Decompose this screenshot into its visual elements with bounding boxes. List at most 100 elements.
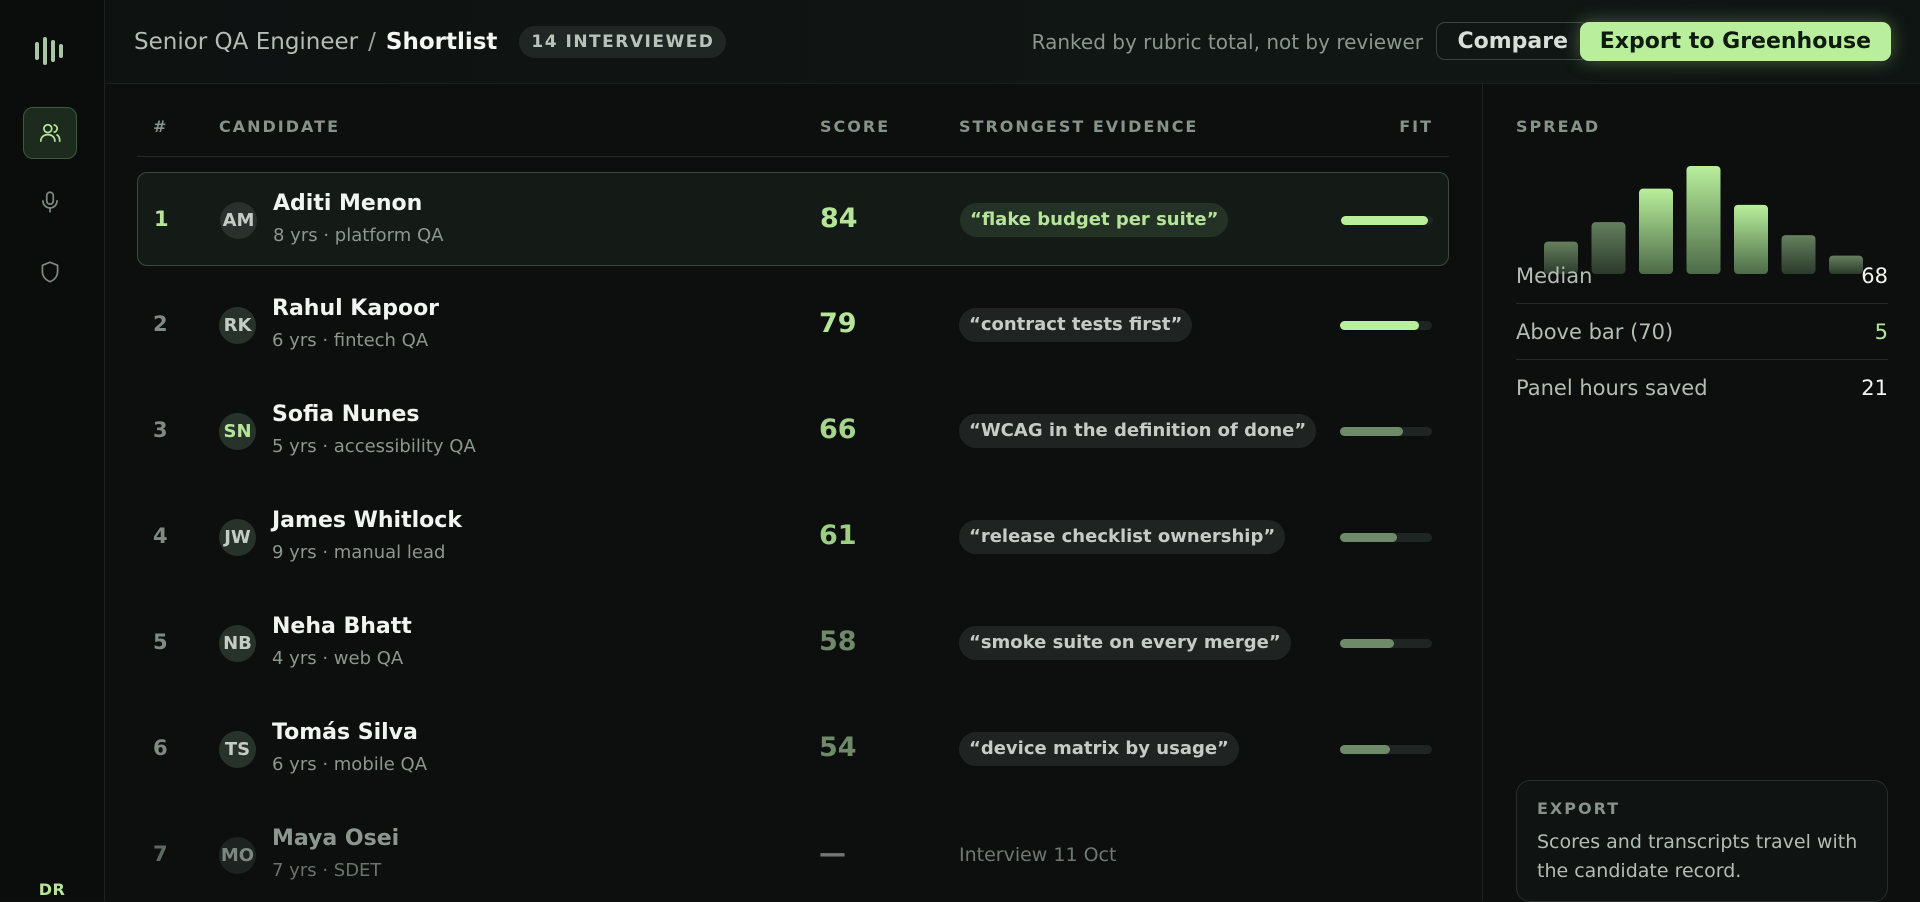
page-title: Shortlist bbox=[385, 29, 498, 55]
fit-bar-fill bbox=[1340, 533, 1398, 542]
candidate-meta: 8 yrs · platform QA bbox=[273, 225, 444, 246]
fit-bar-fill bbox=[1340, 745, 1390, 754]
row-rank: 6 bbox=[153, 736, 168, 760]
row-rank: 2 bbox=[153, 312, 168, 336]
top-header: Senior QA Engineer / Shortlist 14 INTERV… bbox=[105, 0, 1920, 84]
shield-icon bbox=[41, 261, 59, 283]
stat-value: 68 bbox=[1861, 264, 1888, 288]
breadcrumb: Senior QA Engineer / Shortlist 14 INTERV… bbox=[134, 26, 727, 58]
table-row[interactable]: 5 NB Neha Bhatt 4 yrs · web QA 58 “smoke suit… bbox=[137, 596, 1449, 690]
stat-label: Above bar (70) bbox=[1516, 320, 1674, 344]
fit-bar-fill bbox=[1341, 216, 1429, 225]
export-card-description: Scores and transcripts travel with the c… bbox=[1537, 831, 1858, 882]
stat-panel-hours: Panel hours saved 21 bbox=[1516, 360, 1888, 416]
candidate-avatar: JW bbox=[219, 519, 256, 556]
candidate-meta: 9 yrs · manual lead bbox=[272, 542, 446, 563]
shortlist-table: # CANDIDATE SCORE STRONGEST EVIDENCE FIT… bbox=[105, 84, 1482, 901]
export-info-card: EXPORT Scores and transcripts travel wit… bbox=[1516, 780, 1888, 902]
table-row[interactable]: 4 JW James Whitlock 9 yrs · manual lead 61 “r… bbox=[137, 490, 1449, 584]
candidate-name[interactable]: Rahul Kapoor bbox=[272, 296, 439, 321]
stat-label: Median bbox=[1516, 264, 1593, 288]
column-candidate[interactable]: CANDIDATE bbox=[219, 117, 340, 136]
ranking-note: Ranked by rubric total, not by reviewer bbox=[1031, 30, 1423, 54]
fit-bar-fill bbox=[1340, 321, 1420, 330]
candidate-score: 66 bbox=[819, 414, 857, 445]
fit-bar bbox=[1341, 216, 1433, 225]
evidence-pill[interactable]: “release checklist ownership” bbox=[959, 520, 1286, 554]
candidate-meta: 4 yrs · web QA bbox=[272, 648, 404, 669]
fit-bar bbox=[1340, 427, 1432, 436]
table-header: # CANDIDATE SCORE STRONGEST EVIDENCE FIT bbox=[137, 84, 1449, 157]
candidate-name[interactable]: Maya Osei bbox=[272, 826, 399, 851]
fit-bar-fill bbox=[1340, 639, 1395, 648]
table-row[interactable]: 3 SN Sofia Nunes 5 yrs · accessibility QA 66… bbox=[137, 384, 1449, 478]
candidate-meta: 5 yrs · accessibility QA bbox=[272, 436, 476, 457]
compare-button[interactable]: Compare bbox=[1436, 22, 1589, 60]
candidate-score: 54 bbox=[819, 732, 857, 763]
candidates-icon bbox=[39, 123, 61, 142]
stat-value: 5 bbox=[1874, 320, 1888, 344]
column-score[interactable]: SCORE bbox=[820, 117, 890, 136]
user-avatar[interactable]: DR bbox=[0, 880, 104, 899]
interview-scheduled-note: Interview 11 Oct bbox=[959, 844, 1117, 866]
candidate-avatar: NB bbox=[219, 625, 256, 662]
spread-label: SPREAD bbox=[1516, 117, 1601, 136]
table-row[interactable]: 7 MO Maya Osei 7 yrs · SDET — Interview 11 Oc… bbox=[137, 808, 1449, 901]
stat-above-bar: Above bar (70) 5 bbox=[1516, 304, 1888, 360]
table-row[interactable]: 2 RK Rahul Kapoor 6 yrs · fintech QA 79 “cont… bbox=[137, 278, 1449, 372]
candidate-avatar: SN bbox=[219, 413, 256, 450]
candidate-score: 84 bbox=[820, 203, 858, 234]
row-rank: 4 bbox=[153, 524, 168, 548]
candidate-meta: 6 yrs · mobile QA bbox=[272, 754, 428, 775]
evidence-pill[interactable]: “flake budget per suite” bbox=[960, 203, 1229, 237]
candidate-name[interactable]: Aditi Menon bbox=[273, 191, 422, 216]
column-fit[interactable]: FIT bbox=[1399, 117, 1433, 136]
stat-value: 21 bbox=[1861, 376, 1888, 400]
candidate-meta: 6 yrs · fintech QA bbox=[272, 330, 429, 351]
stat-median: Median 68 bbox=[1516, 248, 1888, 304]
export-card-title: EXPORT bbox=[1537, 799, 1621, 818]
summary-panel: SPREAD Median 68 Above bar (70) 5 Panel … bbox=[1483, 84, 1920, 902]
interviewed-count-badge: 14 INTERVIEWED bbox=[519, 26, 727, 58]
microphone-icon bbox=[42, 191, 58, 213]
breadcrumb-role[interactable]: Senior QA Engineer bbox=[134, 29, 358, 55]
candidate-score: 79 bbox=[819, 308, 857, 339]
breadcrumb-separator: / bbox=[368, 29, 376, 55]
candidate-score: 61 bbox=[819, 520, 857, 551]
candidate-avatar: RK bbox=[219, 307, 256, 344]
row-rank: 5 bbox=[153, 630, 168, 654]
column-rank: # bbox=[153, 117, 169, 136]
row-rank: 1 bbox=[154, 207, 169, 231]
fit-bar bbox=[1340, 321, 1432, 330]
stat-label: Panel hours saved bbox=[1516, 376, 1708, 400]
nav-interviews-button[interactable] bbox=[23, 176, 77, 228]
candidate-score: — bbox=[819, 838, 846, 869]
fit-bar bbox=[1340, 639, 1432, 648]
evidence-pill[interactable]: “device matrix by usage” bbox=[959, 732, 1239, 766]
row-rank: 3 bbox=[153, 418, 168, 442]
table-row[interactable]: 1 AM Aditi Menon 8 yrs · platform QA 84 “flak… bbox=[137, 172, 1449, 266]
app-logo-icon[interactable] bbox=[35, 37, 63, 65]
candidate-meta: 7 yrs · SDET bbox=[272, 860, 382, 881]
candidate-name[interactable]: James Whitlock bbox=[272, 508, 462, 533]
nav-security-button[interactable] bbox=[23, 246, 77, 298]
left-rail: DR bbox=[0, 0, 105, 901]
fit-bar-fill bbox=[1340, 427, 1404, 436]
export-to-greenhouse-button[interactable]: Export to Greenhouse bbox=[1579, 22, 1891, 61]
evidence-pill[interactable]: “smoke suite on every merge” bbox=[959, 626, 1291, 660]
candidate-name[interactable]: Neha Bhatt bbox=[272, 614, 412, 639]
fit-bar bbox=[1340, 745, 1432, 754]
evidence-pill[interactable]: “WCAG in the definition of done” bbox=[959, 414, 1317, 448]
candidate-name[interactable]: Tomás Silva bbox=[272, 720, 418, 745]
candidate-avatar: TS bbox=[219, 731, 256, 768]
candidate-avatar: AM bbox=[220, 202, 257, 239]
nav-candidates-button[interactable] bbox=[23, 107, 77, 159]
evidence-pill[interactable]: “contract tests first” bbox=[959, 308, 1193, 342]
table-row[interactable]: 6 TS Tomás Silva 6 yrs · mobile QA 54 “device… bbox=[137, 702, 1449, 796]
candidate-avatar: MO bbox=[219, 837, 256, 874]
candidate-name[interactable]: Sofia Nunes bbox=[272, 402, 420, 427]
column-evidence: STRONGEST EVIDENCE bbox=[959, 117, 1199, 136]
fit-bar bbox=[1340, 533, 1432, 542]
candidate-score: 58 bbox=[819, 626, 857, 657]
row-rank: 7 bbox=[153, 842, 168, 866]
